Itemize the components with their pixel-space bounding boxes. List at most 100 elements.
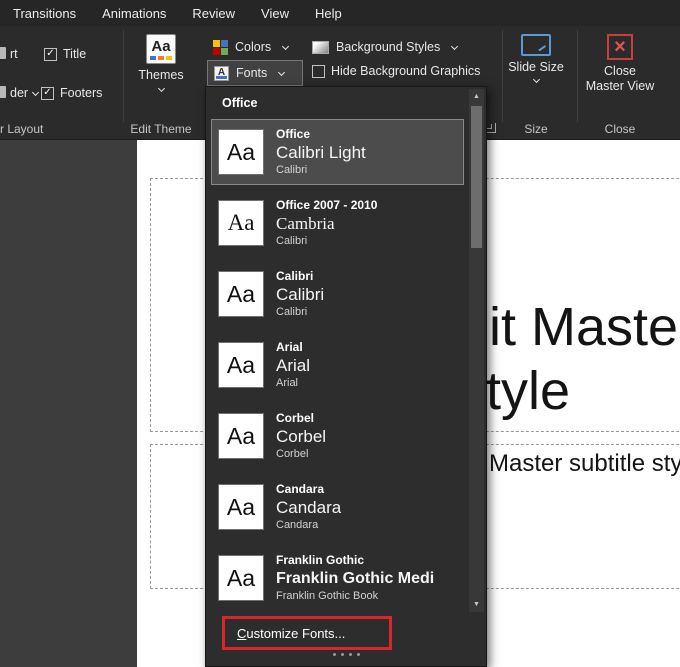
font-theme-option-candara[interactable]: Aa Candara Candara Candara xyxy=(211,474,464,540)
font-preview-thumbnail: Aa xyxy=(218,555,264,601)
colors-button[interactable]: Colors xyxy=(207,36,294,58)
close-master-view-label: Close Master View xyxy=(584,64,656,94)
scrollbar[interactable]: ▲ ▼ xyxy=(469,89,484,612)
themes-button[interactable]: Aa Themes xyxy=(132,34,190,93)
fonts-dropdown-menu: Office Aa Office Calibri Light Calibri A… xyxy=(205,86,487,667)
checkbox-checked-icon: ✓ xyxy=(41,87,54,100)
group-separator xyxy=(502,30,503,122)
font-theme-gallery: Aa Office Calibri Light Calibri Aa Offic… xyxy=(211,119,464,616)
fonts-menu-header: Office xyxy=(222,96,257,110)
themes-icon: Aa xyxy=(146,34,176,64)
font-theme-text: Corbel Corbel Corbel xyxy=(276,411,326,461)
font-preview-thumbnail: Aa xyxy=(218,200,264,246)
master-subtitle-text-fragment: Master subtitle sty xyxy=(489,450,680,478)
close-master-view-button[interactable]: × Close Master View xyxy=(584,34,656,94)
footers-checkbox[interactable]: ✓ Footers xyxy=(41,86,102,100)
scroll-up-button[interactable]: ▲ xyxy=(469,89,484,104)
font-theme-body-font: Calibri xyxy=(276,305,324,319)
customize-fonts-label: Customize Fonts... xyxy=(237,626,345,641)
font-theme-name: Candara xyxy=(276,482,341,497)
font-theme-option-franklin-gothic[interactable]: Aa Franklin Gothic Franklin Gothic Medi … xyxy=(211,545,464,611)
font-theme-body-font: Calibri xyxy=(276,163,366,177)
font-theme-body-font: Arial xyxy=(276,376,310,390)
font-theme-option-office[interactable]: Aa Office Calibri Light Calibri xyxy=(211,119,464,185)
font-preview-thumbnail: Aa xyxy=(218,271,264,317)
cut-button-label: der xyxy=(10,86,28,100)
footers-checkbox-label: Footers xyxy=(60,86,102,100)
font-theme-heading-font: Arial xyxy=(276,355,310,376)
chevron-down-icon xyxy=(532,76,539,83)
font-theme-text: Office 2007 - 2010 Cambria Calibri xyxy=(276,198,377,248)
fonts-button[interactable]: A Fonts xyxy=(207,60,303,86)
group-separator xyxy=(577,30,578,122)
chevron-down-icon xyxy=(282,42,289,49)
font-theme-option-office-2007-2010[interactable]: Aa Office 2007 - 2010 Cambria Calibri xyxy=(211,190,464,256)
font-theme-option-arial[interactable]: Aa Arial Arial Arial xyxy=(211,332,464,398)
tab-animations[interactable]: Animations xyxy=(89,0,179,26)
customize-fonts-button[interactable]: Customize Fonts... xyxy=(226,620,386,647)
font-theme-option-calibri[interactable]: Aa Calibri Calibri Calibri xyxy=(211,261,464,327)
font-theme-heading-font: Calibri xyxy=(276,284,324,305)
close-x-glyph: × xyxy=(614,37,626,57)
colors-palette-icon xyxy=(213,40,228,55)
scroll-down-button[interactable]: ▼ xyxy=(469,597,484,612)
font-theme-name: Corbel xyxy=(276,411,326,426)
master-title-text-fragment: tyle xyxy=(486,362,570,420)
close-master-view-icon: × xyxy=(607,34,633,60)
font-theme-text: Calibri Calibri Calibri xyxy=(276,269,324,319)
group-label-size: Size xyxy=(508,122,564,136)
tab-transitions[interactable]: Transitions xyxy=(0,0,89,26)
master-title-text-fragment: it Maste xyxy=(489,298,678,356)
background-styles-icon xyxy=(312,41,329,54)
ribbon-tab-bar: Transitions Animations Review View Help xyxy=(0,0,680,26)
font-preview-thumbnail: Aa xyxy=(218,129,264,175)
checkbox-unchecked-icon xyxy=(312,65,325,78)
font-preview-thumbnail: Aa xyxy=(218,413,264,459)
cut-button-insert[interactable]: rt xyxy=(10,47,18,61)
background-styles-button[interactable]: Background Styles xyxy=(306,36,463,58)
font-preview-thumbnail: Aa xyxy=(218,342,264,388)
title-checkbox-label: Title xyxy=(63,47,86,61)
chevron-down-icon xyxy=(32,88,39,95)
font-theme-heading-font: Corbel xyxy=(276,426,326,447)
group-label-close: Close xyxy=(584,122,656,136)
slide-size-icon xyxy=(521,34,551,56)
group-separator xyxy=(123,30,124,122)
font-theme-text: Arial Arial Arial xyxy=(276,340,310,390)
background-styles-label: Background Styles xyxy=(336,40,440,54)
tab-help[interactable]: Help xyxy=(302,0,355,26)
powerpoint-window: Transitions Animations Review View Help … xyxy=(0,0,680,667)
themes-icon-letters: Aa xyxy=(151,38,170,55)
insert-placeholder-icon[interactable] xyxy=(0,47,6,59)
group-label-master-layout: r Layout xyxy=(0,122,50,136)
font-theme-body-font: Corbel xyxy=(276,447,326,461)
menu-resize-grip[interactable] xyxy=(206,653,486,656)
font-theme-name: Office xyxy=(276,127,366,142)
dialog-launcher-icon[interactable] xyxy=(486,123,496,133)
font-theme-name: Office 2007 - 2010 xyxy=(276,198,377,213)
font-theme-heading-font: Calibri Light xyxy=(276,142,366,163)
font-preview-thumbnail: Aa xyxy=(218,484,264,530)
cut-button-placeholder[interactable]: der xyxy=(10,86,38,100)
fonts-icon: A xyxy=(214,66,229,81)
title-checkbox[interactable]: ✓ Title xyxy=(44,47,86,61)
colors-button-label: Colors xyxy=(235,40,271,54)
slide-thumbnail-pane[interactable] xyxy=(0,140,137,667)
fonts-button-label: Fonts xyxy=(236,66,267,80)
font-theme-name: Franklin Gothic xyxy=(276,553,434,568)
insert-layout-icon[interactable] xyxy=(0,86,6,98)
font-theme-heading-font: Candara xyxy=(276,497,341,518)
themes-button-label: Themes xyxy=(138,68,183,83)
scrollbar-thumb[interactable] xyxy=(471,106,482,248)
tab-review[interactable]: Review xyxy=(179,0,248,26)
font-theme-text: Candara Candara Candara xyxy=(276,482,341,532)
font-theme-body-font: Calibri xyxy=(276,234,377,248)
themes-icon-colorbar xyxy=(150,56,172,60)
hide-background-graphics-checkbox[interactable]: Hide Background Graphics xyxy=(312,64,480,78)
checkbox-checked-icon: ✓ xyxy=(44,48,57,61)
chevron-down-icon xyxy=(278,68,285,75)
tab-view[interactable]: View xyxy=(248,0,302,26)
font-theme-option-corbel[interactable]: Aa Corbel Corbel Corbel xyxy=(211,403,464,469)
font-theme-body-font: Franklin Gothic Book xyxy=(276,589,434,603)
slide-size-button[interactable]: Slide Size xyxy=(508,34,564,84)
